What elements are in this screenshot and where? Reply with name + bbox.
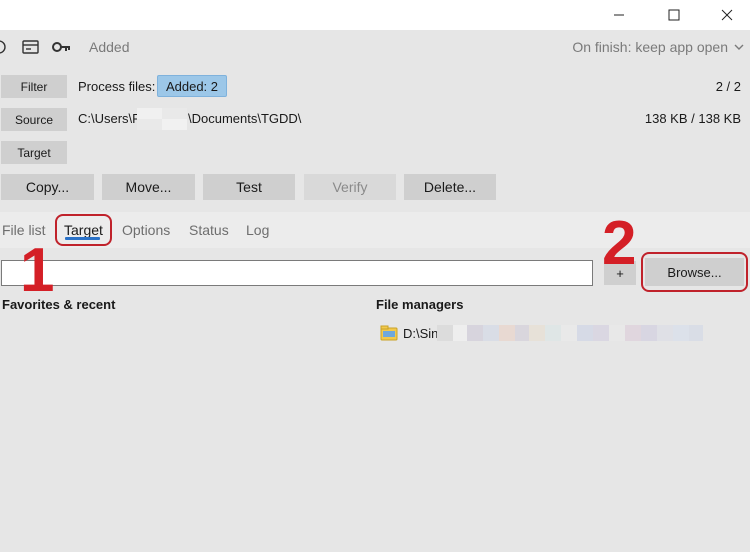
toolbar: Added On finish: keep app open: [0, 30, 750, 64]
step-2-marker: 2: [602, 209, 637, 278]
file-manager-path: D:\Sin: [403, 325, 439, 341]
source-path-end: \Documents\TGDD\: [188, 111, 302, 126]
card-icon[interactable]: [22, 39, 40, 55]
delete-button[interactable]: Delete...: [404, 174, 496, 200]
close-button[interactable]: [704, 0, 750, 30]
step-1-marker: 1: [20, 236, 55, 305]
file-count: 2 / 2: [715, 79, 741, 94]
info-icon[interactable]: [0, 39, 8, 55]
status-text: Added: [89, 39, 130, 55]
maximize-button[interactable]: [651, 0, 697, 30]
target-path-input[interactable]: [1, 260, 593, 286]
source-button[interactable]: Source: [1, 108, 67, 131]
file-manager-item[interactable]: D:\Sin: [380, 325, 438, 341]
move-button[interactable]: Move...: [102, 174, 195, 200]
verify-button[interactable]: Verify: [304, 174, 396, 200]
on-finish-label: On finish: keep app open: [572, 39, 728, 55]
copy-button[interactable]: Copy...: [1, 174, 94, 200]
key-icon[interactable]: [52, 39, 72, 55]
target-button[interactable]: Target: [1, 141, 67, 164]
filter-button[interactable]: Filter: [1, 75, 67, 98]
folder-icon: [380, 325, 398, 341]
close-icon: [721, 9, 733, 21]
title-bar: [0, 0, 750, 30]
browse-button-highlight: [641, 252, 748, 292]
tab-status[interactable]: Status: [189, 222, 229, 238]
redacted-path: [437, 325, 703, 341]
chevron-down-icon: [734, 44, 744, 50]
tab-target-highlight: [55, 214, 112, 246]
on-finish-dropdown[interactable]: On finish: keep app open: [572, 39, 744, 55]
source-path-start: C:\Users\P: [78, 111, 141, 126]
process-files-label: Process files:: [78, 79, 156, 94]
tab-log[interactable]: Log: [246, 222, 269, 238]
added-badge[interactable]: Added: 2: [157, 75, 227, 97]
tab-bar: [0, 212, 750, 248]
tab-options[interactable]: Options: [122, 222, 170, 238]
maximize-icon: [668, 9, 680, 21]
file-size: 138 KB / 138 KB: [644, 111, 741, 126]
redacted-username: [137, 108, 187, 130]
minimize-icon: [614, 14, 624, 16]
file-managers-heading: File managers: [376, 297, 464, 312]
test-button[interactable]: Test: [203, 174, 295, 200]
minimize-button[interactable]: [596, 0, 642, 30]
